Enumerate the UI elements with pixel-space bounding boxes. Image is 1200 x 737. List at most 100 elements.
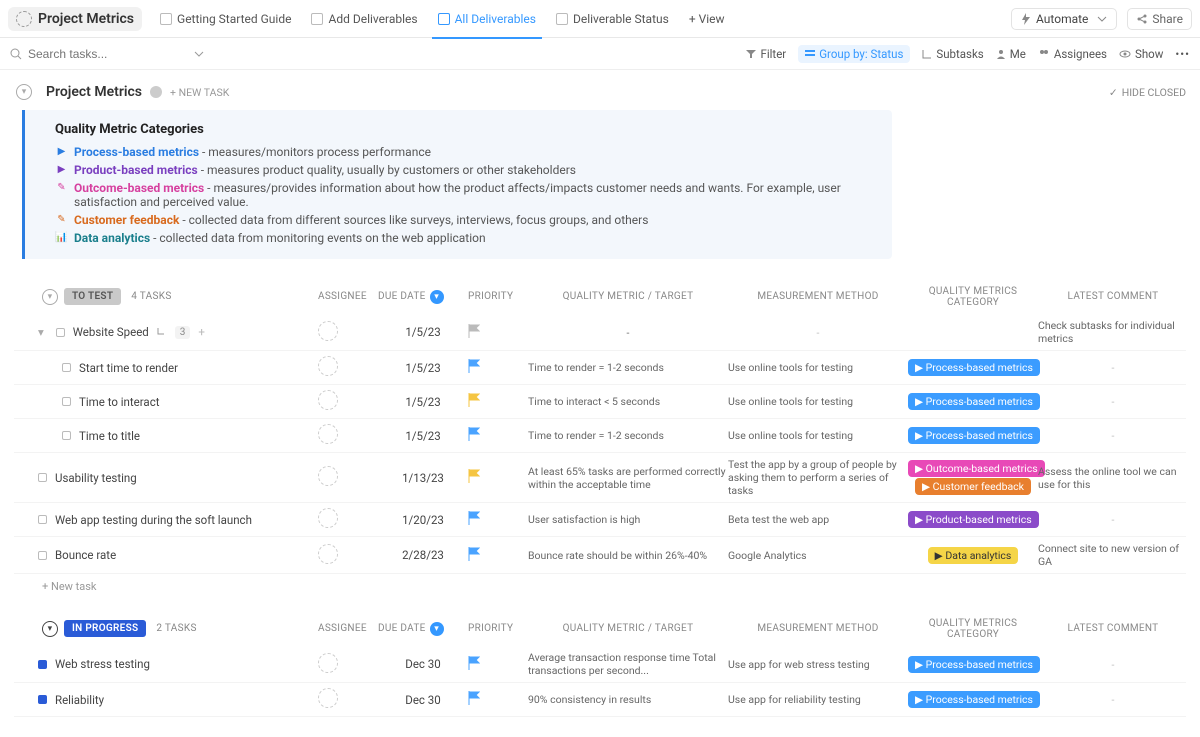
due-date[interactable]: Dec 30 xyxy=(378,693,468,707)
subtask-count[interactable]: 3 xyxy=(175,326,191,339)
col-method: MEASUREMENT METHOD xyxy=(728,623,908,634)
tab-deliverable-status[interactable]: Deliverable Status xyxy=(546,0,679,38)
quality-target: Time to interact < 5 seconds xyxy=(528,395,728,408)
status-square[interactable] xyxy=(38,551,47,560)
more-button[interactable]: ••• xyxy=(1175,47,1190,61)
assignees-button[interactable]: Assignees xyxy=(1038,47,1107,61)
search[interactable] xyxy=(10,47,205,61)
subtasks-button[interactable]: Subtasks xyxy=(922,47,983,61)
metric-badge[interactable]: ▶ Data analytics xyxy=(928,547,1019,564)
priority-flag-icon[interactable] xyxy=(468,359,480,373)
task-row[interactable]: Time to interact 1/5/23 Time to interact… xyxy=(14,385,1186,419)
priority-flag-icon[interactable] xyxy=(468,469,480,483)
due-date[interactable]: 1/5/23 xyxy=(378,325,468,339)
list-title-chip[interactable]: Project Metrics xyxy=(8,7,142,31)
add-view-button[interactable]: + View xyxy=(679,0,735,38)
status-pill[interactable]: TO TEST xyxy=(64,288,121,305)
chevron-down-icon[interactable]: ▾ xyxy=(38,325,44,339)
col-target: QUALITY METRIC / TARGET xyxy=(528,291,728,302)
metric-badge[interactable]: ▶ Process-based metrics xyxy=(908,691,1040,708)
hide-closed-button[interactable]: ✓ HIDE CLOSED xyxy=(1109,86,1186,99)
assignee-placeholder[interactable] xyxy=(318,424,338,444)
tab-all-deliverables[interactable]: All Deliverables xyxy=(428,0,546,38)
task-row[interactable]: Time to title 1/5/23 Time to render = 1-… xyxy=(14,419,1186,453)
col-due[interactable]: DUE DATE▾ xyxy=(378,290,468,304)
metric-badge[interactable]: ▶ Customer feedback xyxy=(915,478,1031,495)
search-input[interactable] xyxy=(28,47,183,61)
new-task-row[interactable]: + New task xyxy=(14,574,1186,613)
filter-button[interactable]: Filter xyxy=(746,47,786,61)
status-pill[interactable]: IN PROGRESS xyxy=(64,620,146,637)
task-row[interactable]: Web app testing during the soft launch 1… xyxy=(14,503,1186,537)
task-row[interactable]: Bounce rate 2/28/23 Bounce rate should b… xyxy=(14,537,1186,574)
due-date[interactable]: 1/20/23 xyxy=(378,513,468,527)
task-row[interactable]: ▾Website Speed 3 + 1/5/23 - - Check subt… xyxy=(14,314,1186,351)
doc-icon xyxy=(160,13,172,25)
assignee-placeholder[interactable] xyxy=(318,544,338,564)
assignee-placeholder[interactable] xyxy=(318,390,338,410)
priority-flag-icon[interactable] xyxy=(468,547,480,561)
due-date[interactable]: 1/5/23 xyxy=(378,361,468,375)
status-square[interactable] xyxy=(38,695,47,704)
status-square[interactable] xyxy=(62,363,71,372)
metric-badge[interactable]: ▶ Product-based metrics xyxy=(908,511,1039,528)
task-row[interactable]: Web stress testing Dec 30 Average transa… xyxy=(14,646,1186,683)
collapse-group-button[interactable]: ▾ xyxy=(42,621,58,637)
chevron-down-icon[interactable] xyxy=(193,48,205,60)
task-row[interactable]: Usability testing 1/13/23 At least 65% t… xyxy=(14,453,1186,503)
priority-flag-icon[interactable] xyxy=(468,427,480,441)
share-button[interactable]: Share xyxy=(1127,8,1192,30)
chevron-down-icon xyxy=(1096,13,1108,25)
due-date[interactable]: 2/28/23 xyxy=(378,548,468,562)
priority-flag-icon[interactable] xyxy=(468,324,480,338)
group-by-button[interactable]: Group by: Status xyxy=(798,45,910,63)
info-icon[interactable] xyxy=(150,86,162,98)
status-square[interactable] xyxy=(56,328,65,337)
assignee-placeholder[interactable] xyxy=(318,508,338,528)
metric-badge[interactable]: ▶ Process-based metrics xyxy=(908,656,1040,673)
metric-badge[interactable]: ▶ Outcome-based metrics xyxy=(908,460,1045,477)
priority-flag-icon[interactable] xyxy=(468,393,480,407)
automate-button[interactable]: Automate xyxy=(1011,8,1117,30)
assignee-placeholder[interactable] xyxy=(318,356,338,376)
due-date[interactable]: 1/13/23 xyxy=(378,471,468,485)
priority-flag-icon[interactable] xyxy=(468,691,480,705)
metric-badge[interactable]: ▶ Process-based metrics xyxy=(908,359,1040,376)
assignee-placeholder[interactable] xyxy=(318,466,338,486)
assignee-placeholder[interactable] xyxy=(318,688,338,708)
metric-badge[interactable]: ▶ Process-based metrics xyxy=(908,393,1040,410)
assignee-placeholder[interactable] xyxy=(318,321,338,341)
tab-getting-started[interactable]: Getting Started Guide xyxy=(150,0,301,38)
latest-comment: Check subtasks for individual metrics xyxy=(1038,319,1188,345)
latest-comment: - xyxy=(1038,693,1188,706)
metric-badge[interactable]: ▶ Process-based metrics xyxy=(908,427,1040,444)
search-icon xyxy=(10,48,22,60)
collapse-all-button[interactable]: ▾ xyxy=(16,84,32,100)
status-square[interactable] xyxy=(62,397,71,406)
tab-add-deliverables[interactable]: Add Deliverables xyxy=(301,0,427,38)
task-name: Start time to render xyxy=(79,361,178,375)
new-task-button[interactable]: + NEW TASK xyxy=(170,86,229,99)
priority-flag-icon[interactable] xyxy=(468,511,480,525)
collapse-group-button[interactable]: ▾ xyxy=(42,289,58,305)
task-row[interactable]: Start time to render 1/5/23 Time to rend… xyxy=(14,351,1186,385)
due-date[interactable]: Dec 30 xyxy=(378,657,468,671)
quality-target: Time to render = 1-2 seconds xyxy=(528,361,728,374)
priority-flag-icon[interactable] xyxy=(468,656,480,670)
task-name: Web app testing during the soft launch xyxy=(55,513,252,527)
add-subtask-button[interactable]: + xyxy=(198,325,205,339)
status-square[interactable] xyxy=(38,515,47,524)
status-square[interactable] xyxy=(38,473,47,482)
me-button[interactable]: Me xyxy=(996,47,1026,61)
status-square[interactable] xyxy=(38,660,47,669)
assignee-placeholder[interactable] xyxy=(318,653,338,673)
show-button[interactable]: Show xyxy=(1119,47,1163,61)
col-due[interactable]: DUE DATE▾ xyxy=(378,622,468,636)
status-square[interactable] xyxy=(62,431,71,440)
page-title: Project Metrics xyxy=(46,84,142,100)
col-target: QUALITY METRIC / TARGET xyxy=(528,623,728,634)
measurement-method: - xyxy=(728,326,908,339)
due-date[interactable]: 1/5/23 xyxy=(378,395,468,409)
task-row[interactable]: Reliability Dec 30 90% consistency in re… xyxy=(14,683,1186,717)
due-date[interactable]: 1/5/23 xyxy=(378,429,468,443)
